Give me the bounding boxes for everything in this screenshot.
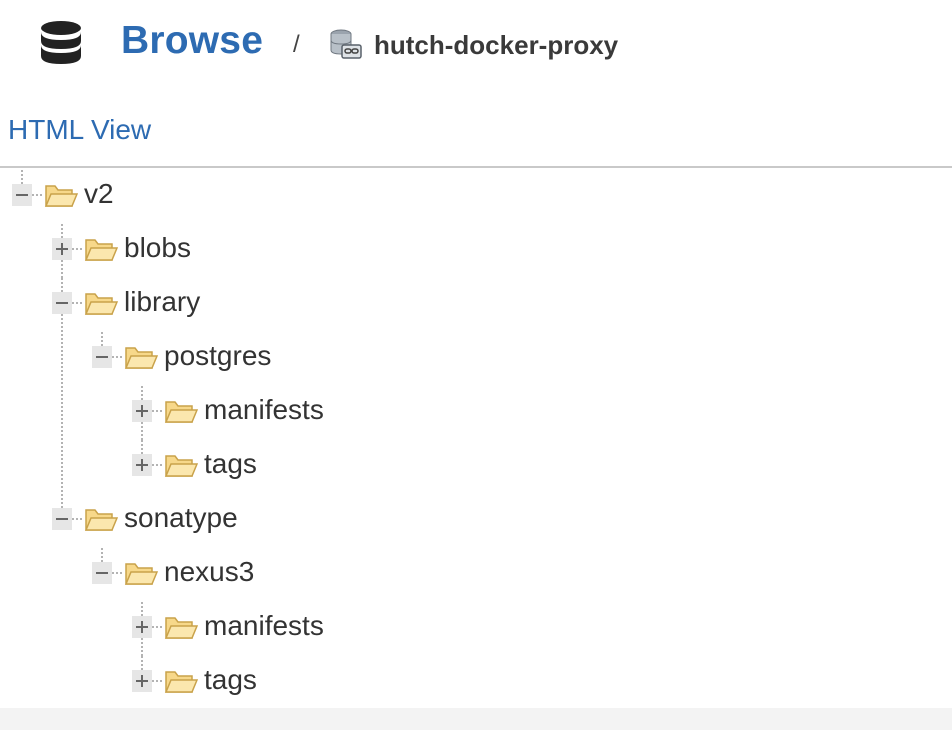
- page-header: Browse / hutch-docker-proxy: [0, 0, 952, 92]
- tree-node-label[interactable]: v2: [84, 177, 114, 211]
- tree-node-label[interactable]: postgres: [164, 339, 271, 373]
- folder-open-icon: [164, 455, 198, 477]
- collapse-toggle-icon[interactable]: [12, 184, 32, 206]
- tree-node-label[interactable]: library: [124, 285, 200, 319]
- collapse-toggle-icon[interactable]: [52, 292, 72, 314]
- proxy-repository-icon: [330, 29, 362, 59]
- tree-node-label[interactable]: nexus3: [164, 555, 254, 589]
- expand-toggle-icon[interactable]: [132, 400, 152, 422]
- folder-tree: v2 blobs library postgres manifests tags sonat…: [0, 168, 952, 708]
- folder-open-icon: [44, 185, 78, 207]
- folder-open-icon: [124, 347, 158, 369]
- tree-node-label[interactable]: sonatype: [124, 501, 238, 535]
- folder-open-icon: [124, 563, 158, 585]
- collapse-toggle-icon[interactable]: [52, 508, 72, 530]
- collapse-toggle-icon[interactable]: [92, 346, 112, 368]
- page-title[interactable]: Browse: [121, 17, 263, 65]
- toggle-horizontal-bar: [56, 302, 68, 304]
- toggle-horizontal-bar: [96, 356, 108, 358]
- collapse-toggle-icon[interactable]: [92, 562, 112, 584]
- folder-open-icon: [164, 671, 198, 693]
- expand-toggle-icon[interactable]: [132, 616, 152, 638]
- expand-toggle-icon[interactable]: [52, 238, 72, 260]
- database-icon: [41, 21, 81, 64]
- toggle-vertical-bar: [141, 675, 143, 687]
- html-view-link[interactable]: HTML View: [8, 113, 151, 147]
- tree-node-label[interactable]: blobs: [124, 231, 191, 265]
- folder-open-icon: [84, 239, 118, 261]
- toggle-horizontal-bar: [96, 572, 108, 574]
- toggle-horizontal-bar: [16, 194, 28, 196]
- footer-bar: [0, 708, 952, 730]
- tree-node-label[interactable]: manifests: [204, 393, 324, 427]
- folder-open-icon: [164, 617, 198, 639]
- toggle-vertical-bar: [61, 243, 63, 255]
- tree-node-label[interactable]: tags: [204, 663, 257, 697]
- toggle-horizontal-bar: [56, 518, 68, 520]
- folder-open-icon: [164, 401, 198, 423]
- toggle-vertical-bar: [141, 405, 143, 417]
- toggle-vertical-bar: [141, 621, 143, 633]
- breadcrumb-repository[interactable]: hutch-docker-proxy: [374, 29, 618, 61]
- tree-node-label[interactable]: manifests: [204, 609, 324, 643]
- expand-toggle-icon[interactable]: [132, 670, 152, 692]
- folder-open-icon: [84, 509, 118, 531]
- expand-toggle-icon[interactable]: [132, 454, 152, 476]
- folder-open-icon: [84, 293, 118, 315]
- breadcrumb-separator: /: [293, 31, 300, 58]
- toggle-vertical-bar: [141, 459, 143, 471]
- tree-node-label[interactable]: tags: [204, 447, 257, 481]
